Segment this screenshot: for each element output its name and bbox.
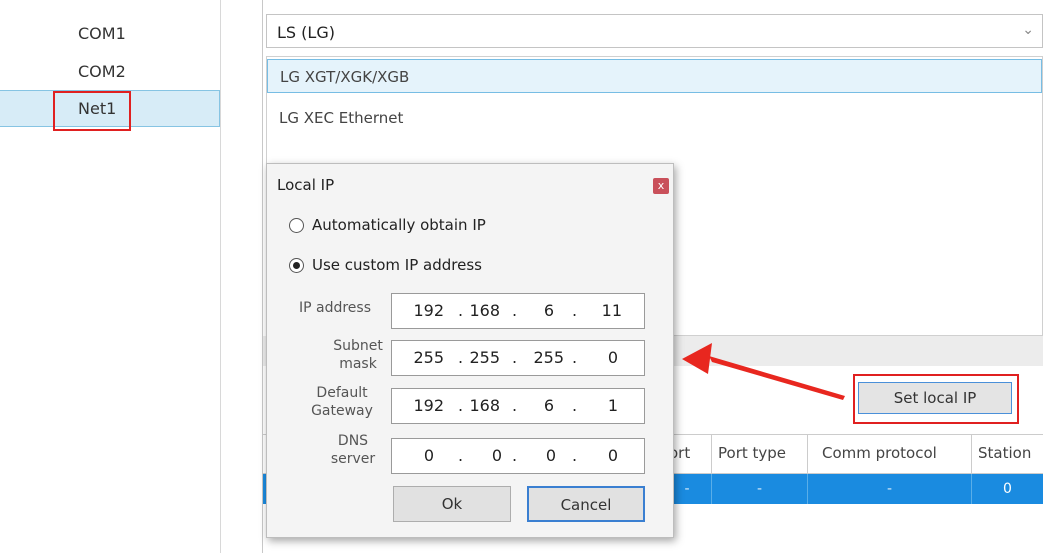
dns-server-field[interactable]: 0 . 0 . 0 . 0 bbox=[391, 438, 645, 474]
mask-octet-2[interactable]: 255 bbox=[460, 348, 500, 367]
close-icon[interactable]: x bbox=[653, 178, 669, 194]
ip-octet-2[interactable]: 168 bbox=[460, 301, 500, 320]
dns-octet-4[interactable]: 0 bbox=[576, 446, 618, 465]
radio-custom-circle[interactable] bbox=[289, 257, 304, 273]
brand-combobox-value: LS (LG) bbox=[277, 23, 335, 42]
nav-item-com2[interactable]: COM2 bbox=[78, 62, 126, 81]
local-ip-dialog: Local IP x Automatically obtain IP Use c… bbox=[266, 163, 674, 538]
default-gateway-label: Default Gateway bbox=[311, 385, 373, 419]
table-cell-comm-protocol: - bbox=[807, 474, 971, 504]
col-header-comm-protocol[interactable]: Comm protocol bbox=[807, 435, 971, 475]
col-header-station[interactable]: Station bbox=[971, 435, 1043, 475]
nav-divider bbox=[220, 0, 221, 553]
dns-octet-3[interactable]: 0 bbox=[514, 446, 556, 465]
ip-address-label: IP address bbox=[298, 300, 372, 316]
dns-server-label: DNS server bbox=[330, 433, 376, 467]
radio-auto-circle[interactable] bbox=[289, 217, 304, 233]
net1-highlight-box bbox=[53, 91, 131, 131]
subnet-mask-label: Subnet mask bbox=[333, 338, 383, 372]
ok-button[interactable]: Ok bbox=[393, 486, 511, 522]
ip-octet-4[interactable]: 11 bbox=[576, 301, 622, 320]
gw-octet-4[interactable]: 1 bbox=[576, 396, 618, 415]
ip-octet-1[interactable]: 192 bbox=[404, 301, 444, 320]
mask-octet-1[interactable]: 255 bbox=[404, 348, 444, 367]
ip-octet-3[interactable]: 6 bbox=[514, 301, 554, 320]
model-item-lg-xec[interactable]: LG XEC Ethernet bbox=[267, 101, 1042, 135]
model-item-lg-xgt[interactable]: LG XGT/XGK/XGB bbox=[267, 59, 1042, 93]
table-cell-port-type: - bbox=[711, 474, 807, 504]
radio-auto-label: Automatically obtain IP bbox=[312, 216, 486, 234]
nav-item-com1[interactable]: COM1 bbox=[78, 24, 126, 43]
app-window: COM1 COM2 Net1 LS (LG) ⌄ LG XGT/XGK/XGB … bbox=[0, 0, 1043, 553]
gw-octet-2[interactable]: 168 bbox=[460, 396, 500, 415]
table-cell-station: 0 bbox=[971, 474, 1043, 504]
cancel-button[interactable]: Cancel bbox=[527, 486, 645, 522]
dns-octet-1[interactable]: 0 bbox=[404, 446, 434, 465]
ip-address-field[interactable]: 192 . 168 . 6 . 11 bbox=[391, 293, 645, 329]
mask-octet-3[interactable]: 255 bbox=[514, 348, 564, 367]
brand-combobox[interactable]: LS (LG) ⌄ bbox=[266, 14, 1043, 48]
dns-octet-2[interactable]: 0 bbox=[460, 446, 502, 465]
set-local-ip-highlight-box bbox=[853, 374, 1019, 424]
chevron-down-icon[interactable]: ⌄ bbox=[1022, 22, 1034, 38]
gw-octet-3[interactable]: 6 bbox=[514, 396, 554, 415]
radio-auto-obtain-ip[interactable]: Automatically obtain IP bbox=[289, 216, 486, 234]
radio-custom-ip[interactable]: Use custom IP address bbox=[289, 256, 482, 274]
default-gateway-field[interactable]: 192 . 168 . 6 . 1 bbox=[391, 388, 645, 424]
col-header-port-type[interactable]: Port type bbox=[711, 435, 807, 475]
dialog-title: Local IP bbox=[277, 176, 335, 194]
radio-custom-label: Use custom IP address bbox=[312, 256, 482, 274]
gw-octet-1[interactable]: 192 bbox=[404, 396, 444, 415]
mask-octet-4[interactable]: 0 bbox=[576, 348, 618, 367]
subnet-mask-field[interactable]: 255 . 255 . 255 . 0 bbox=[391, 340, 645, 376]
